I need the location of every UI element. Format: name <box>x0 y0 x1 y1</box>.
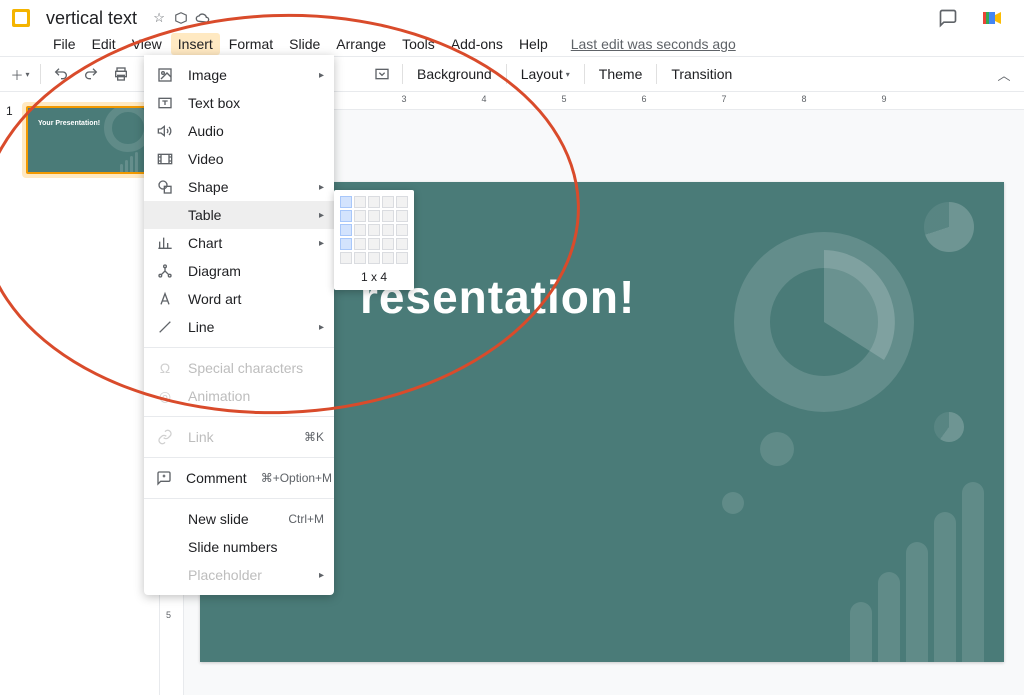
audio-icon <box>156 122 174 140</box>
comment-icon <box>156 469 172 487</box>
insert-menu-dropdown: Image▸ Text box Audio Video Shape▸ Table… <box>144 55 334 595</box>
menu-separator <box>144 457 334 458</box>
decorative-dot <box>722 492 744 514</box>
menu-slide[interactable]: Slide <box>282 33 327 55</box>
menu-separator <box>144 416 334 417</box>
separator <box>40 64 41 84</box>
menu-item-image[interactable]: Image▸ <box>144 61 334 89</box>
table-icon <box>156 206 174 224</box>
theme-button[interactable]: Theme <box>591 60 651 88</box>
menu-separator <box>144 498 334 499</box>
zoom-fit-button[interactable] <box>368 60 396 88</box>
filmstrip: 1 Your Presentation! <box>0 92 160 695</box>
slide-number: 1 <box>6 102 18 178</box>
title-bar: vertical text ☆ <box>0 0 1024 32</box>
menu-help[interactable]: Help <box>512 33 555 55</box>
collapse-toolbar-button[interactable]: ︿ <box>990 60 1018 88</box>
chart-icon <box>156 234 174 252</box>
animation-icon: ◎ <box>156 387 174 405</box>
table-size-picker[interactable]: 1 x 4 <box>334 190 414 290</box>
menu-view[interactable]: View <box>125 33 169 55</box>
image-icon <box>156 66 174 84</box>
line-icon <box>156 318 174 336</box>
redo-button[interactable] <box>77 60 105 88</box>
background-button[interactable]: Background <box>409 60 500 88</box>
decorative-pie-icon <box>924 202 974 252</box>
video-icon <box>156 150 174 168</box>
menu-tools[interactable]: Tools <box>395 33 442 55</box>
textbox-icon <box>156 94 174 112</box>
menu-item-audio[interactable]: Audio <box>144 117 334 145</box>
separator <box>584 64 585 84</box>
separator <box>506 64 507 84</box>
separator <box>656 64 657 84</box>
blank-icon <box>156 538 174 556</box>
cloud-status-icon[interactable] <box>195 10 211 26</box>
blank-icon <box>156 510 174 528</box>
link-icon <box>156 428 174 446</box>
blank-icon <box>156 566 174 584</box>
menu-item-line[interactable]: Line▸ <box>144 313 334 341</box>
menu-addons[interactable]: Add-ons <box>444 33 510 55</box>
print-button[interactable] <box>107 60 135 88</box>
menu-bar: File Edit View Insert Format Slide Arran… <box>0 32 1024 56</box>
menu-edit[interactable]: Edit <box>85 33 123 55</box>
shape-icon <box>156 178 174 196</box>
menu-item-animation: ◎ Animation <box>144 382 334 410</box>
menu-item-wordart[interactable]: Word art <box>144 285 334 313</box>
menu-item-comment[interactable]: Comment⌘+Option+M <box>144 464 334 492</box>
menu-item-shape[interactable]: Shape▸ <box>144 173 334 201</box>
document-title[interactable]: vertical text <box>46 8 137 29</box>
menu-item-chart[interactable]: Chart▸ <box>144 229 334 257</box>
table-size-label: 1 x 4 <box>340 270 408 284</box>
move-icon[interactable] <box>173 10 189 26</box>
menu-item-diagram[interactable]: Diagram <box>144 257 334 285</box>
decorative-ring <box>724 222 924 422</box>
menu-item-link: Link⌘K <box>144 423 334 451</box>
layout-button[interactable]: Layout▾ <box>513 60 578 88</box>
menu-file[interactable]: File <box>46 33 83 55</box>
wordart-icon <box>156 290 174 308</box>
special-chars-icon: Ω <box>156 359 174 377</box>
menu-insert[interactable]: Insert <box>171 33 220 55</box>
new-slide-button[interactable]: ＋▾ <box>6 60 34 88</box>
menu-item-placeholder: Placeholder▸ <box>144 561 334 589</box>
menu-item-new-slide[interactable]: New slideCtrl+M <box>144 505 334 533</box>
menu-item-video[interactable]: Video <box>144 145 334 173</box>
menu-item-table[interactable]: Table▸ <box>144 201 334 229</box>
slide-thumbnail-1[interactable]: Your Presentation! <box>26 106 146 174</box>
transition-button[interactable]: Transition <box>663 60 740 88</box>
menu-item-special-characters: Ω Special characters <box>144 354 334 382</box>
decorative-pie-icon <box>934 412 964 442</box>
thumbnail-title: Your Presentation! <box>38 120 100 127</box>
separator <box>402 64 403 84</box>
star-icon[interactable]: ☆ <box>151 10 167 26</box>
undo-button[interactable] <box>47 60 75 88</box>
menu-format[interactable]: Format <box>222 33 280 55</box>
decorative-bars <box>850 482 984 662</box>
menu-item-slide-numbers[interactable]: Slide numbers <box>144 533 334 561</box>
open-comments-button[interactable] <box>934 4 962 32</box>
decorative-dot <box>760 432 794 466</box>
present-meet-button[interactable] <box>978 3 1008 33</box>
menu-separator <box>144 347 334 348</box>
last-edit-link[interactable]: Last edit was seconds ago <box>571 36 736 52</box>
diagram-icon <box>156 262 174 280</box>
menu-arrange[interactable]: Arrange <box>329 33 393 55</box>
menu-item-textbox[interactable]: Text box <box>144 89 334 117</box>
app-logo[interactable] <box>8 5 34 31</box>
